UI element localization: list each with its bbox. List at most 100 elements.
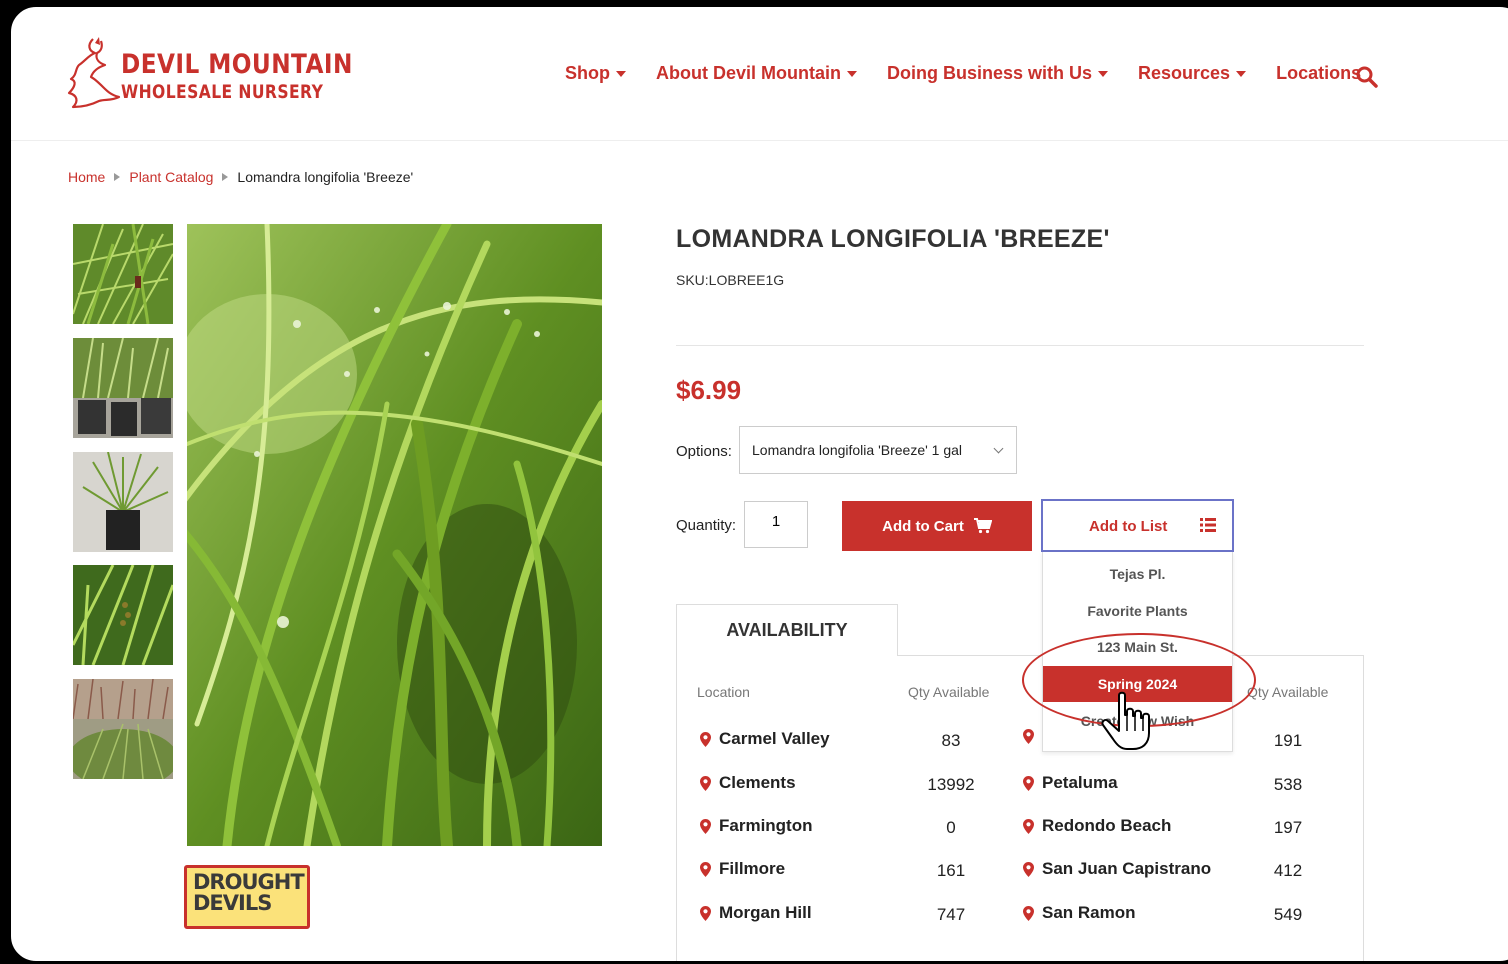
qty-fillmore: 161	[936, 861, 966, 880]
grass-flowers-image	[73, 565, 173, 665]
qty-redondo-beach: 197	[1273, 818, 1303, 837]
location-clements[interactable]: Clements	[700, 773, 796, 793]
search-icon[interactable]	[1355, 65, 1379, 89]
product-sku: SKU:LOBREE1G	[676, 272, 785, 288]
breadcrumb-arrow-icon	[222, 173, 229, 181]
product-price: $6.99	[676, 375, 742, 405]
list-icon	[1200, 518, 1216, 532]
map-pin-icon	[700, 775, 711, 791]
caret-down-icon	[846, 70, 857, 77]
location-name: Redondo Beach	[1042, 816, 1172, 835]
caret-down-icon	[616, 70, 626, 77]
location-name: Carmel Valley	[719, 729, 830, 748]
badge-text: DROUGHT DEVILS	[193, 872, 305, 914]
site-logo[interactable]: DEVIL MOUNTAIN WHOLESALE NURSERY	[65, 35, 352, 115]
thumbnail-1[interactable]	[73, 224, 173, 324]
breadcrumb-home[interactable]: Home	[68, 169, 105, 185]
location-name: Fillmore	[719, 859, 786, 878]
location-redondo-beach[interactable]: Redondo Beach	[1023, 816, 1171, 836]
nav-label: Locations	[1276, 63, 1362, 83]
add-to-list-button[interactable]: Add to List	[1041, 499, 1234, 552]
list-option-123-main[interactable]: 123 Main St.	[1043, 629, 1232, 665]
map-pin-icon	[700, 818, 711, 834]
tab-availability[interactable]: AVAILABILITY	[676, 604, 898, 656]
location-carmel-valley[interactable]: Carmel Valley	[700, 729, 830, 749]
nav-label: Resources	[1138, 63, 1231, 83]
product-title: LOMANDRA LONGIFOLIA 'BREEZE'	[676, 225, 1110, 253]
map-pin-icon	[1023, 818, 1034, 834]
caret-down-icon	[1236, 70, 1247, 77]
caret-down-icon	[1098, 70, 1109, 77]
list-option-favorite-plants[interactable]: Favorite Plants	[1043, 593, 1232, 629]
qty-morgan-hill: 747	[936, 905, 966, 924]
cart-icon	[973, 518, 992, 534]
logo-text-secondary: WHOLESALE NURSERY	[121, 81, 324, 103]
map-pin-icon	[1023, 775, 1034, 791]
qty-petaluma: 538	[1273, 775, 1303, 794]
quantity-input[interactable]	[744, 501, 808, 548]
qty-farmington: 0	[946, 818, 956, 837]
col-location-header: Location	[697, 684, 750, 700]
location-morgan-hill[interactable]: Morgan Hill	[700, 903, 812, 923]
map-pin-icon	[700, 731, 711, 747]
list-option-tejas[interactable]: Tejas Pl.	[1043, 556, 1232, 592]
divider	[676, 345, 1364, 346]
nav-label: About Devil Mountain	[656, 63, 841, 83]
map-pin-icon	[700, 861, 711, 877]
location-petaluma[interactable]: Petaluma	[1023, 773, 1118, 793]
nav-label: Shop	[565, 63, 610, 83]
breadcrumb-arrow-icon	[114, 173, 121, 181]
breadcrumb-current: Lomandra longifolia 'Breeze'	[237, 169, 414, 185]
thumbnail-3[interactable]	[73, 452, 173, 552]
nav-shop[interactable]: Shop	[565, 63, 626, 84]
grass-closeup-image	[73, 224, 173, 324]
location-name: Morgan Hill	[719, 903, 812, 922]
map-pin-icon	[1023, 905, 1034, 921]
nav-locations[interactable]: Locations	[1276, 63, 1361, 84]
options-label: Options:	[676, 443, 732, 460]
qty-clements: 13992	[927, 775, 975, 794]
location-name: San Ramon	[1042, 903, 1136, 922]
nav-resources[interactable]: Resources	[1138, 63, 1247, 84]
qty-san-ramon: 549	[1273, 905, 1303, 924]
location-san-ramon[interactable]: San Ramon	[1023, 903, 1136, 923]
qty-right-1: 191	[1273, 731, 1303, 750]
add-to-cart-button[interactable]: Add to Cart	[842, 501, 1032, 551]
location-fillmore[interactable]: Fillmore	[700, 859, 785, 879]
logo-text-primary: DEVIL MOUNTAIN	[121, 49, 353, 80]
grass-blades-photo	[187, 224, 602, 846]
location-san-juan-capistrano[interactable]: San Juan Capistrano	[1023, 859, 1211, 879]
browser-window: DEVIL MOUNTAIN WHOLESALE NURSERY Shop Ab…	[8, 4, 1508, 964]
qty-san-juan-capistrano: 412	[1273, 861, 1303, 880]
options-selected-value: Lomandra longifolia 'Breeze' 1 gal	[752, 442, 963, 458]
thumbnail-5[interactable]	[73, 679, 173, 779]
add-to-cart-label: Add to Cart	[882, 517, 964, 535]
site-header: DEVIL MOUNTAIN WHOLESALE NURSERY Shop Ab…	[11, 7, 1508, 141]
nav-about[interactable]: About Devil Mountain	[656, 63, 857, 84]
map-pin-icon	[700, 905, 711, 921]
main-nav: Shop About Devil Mountain Doing Business…	[565, 63, 1391, 84]
chevron-down-icon	[993, 443, 1004, 454]
thumbnail-4[interactable]	[73, 565, 173, 665]
location-name: San Juan Capistrano	[1042, 859, 1212, 878]
thumbnail-2[interactable]	[73, 338, 173, 438]
location-name: Farmington	[719, 816, 813, 835]
potted-plants-image	[73, 338, 173, 438]
breadcrumb: Home Plant Catalog Lomandra longifolia '…	[68, 169, 413, 185]
options-select[interactable]: Lomandra longifolia 'Breeze' 1 gal	[739, 426, 1017, 474]
devil-logo-icon	[67, 37, 121, 109]
nav-doing-business[interactable]: Doing Business with Us	[886, 63, 1109, 84]
landscape-grass-image	[73, 679, 173, 779]
map-pin-icon	[1023, 729, 1034, 744]
drought-devils-badge: DROUGHT DEVILS	[184, 865, 310, 929]
main-product-image[interactable]	[187, 224, 602, 846]
location-right-1[interactable]	[1023, 729, 1042, 744]
nav-label: Doing Business with Us	[886, 63, 1093, 83]
map-pin-icon	[1023, 861, 1034, 877]
col-qty-header: Qty Available	[908, 684, 990, 700]
location-name: Clements	[719, 773, 796, 792]
hand-pointer-icon	[1101, 691, 1150, 750]
breadcrumb-plant-catalog[interactable]: Plant Catalog	[129, 169, 213, 185]
location-farmington[interactable]: Farmington	[700, 816, 813, 836]
qty-carmel-valley: 83	[941, 731, 961, 750]
